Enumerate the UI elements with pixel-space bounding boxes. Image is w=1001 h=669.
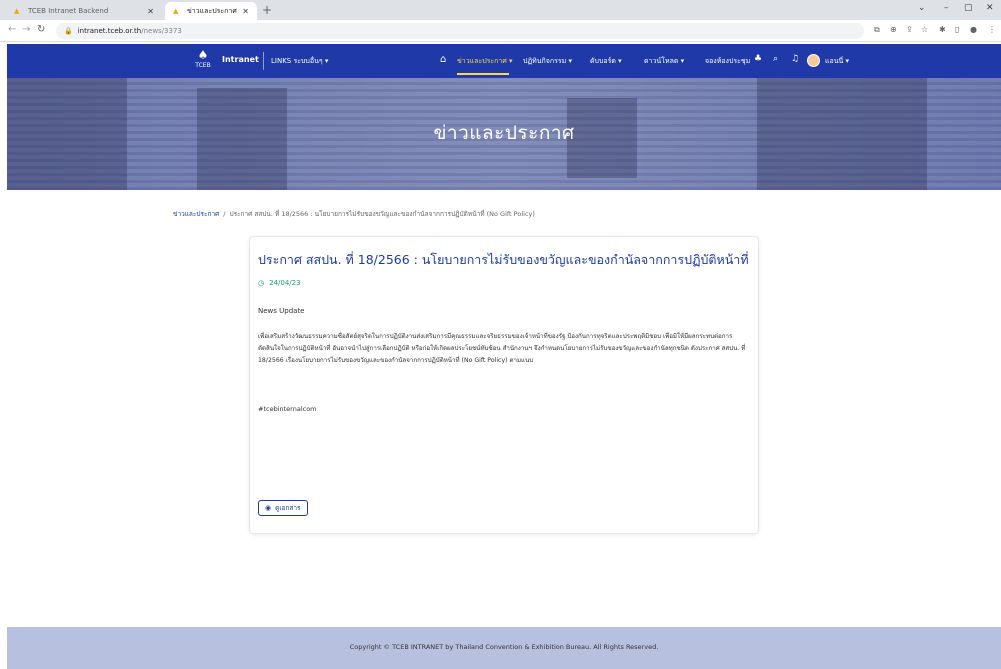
bell-icon[interactable]: ♫ <box>791 54 799 64</box>
nav-item-meeting-room[interactable]: จองห้องประชุม <box>705 56 750 67</box>
tab-title: ข่าวและประกาศ <box>187 6 237 15</box>
zoom-icon[interactable]: ⊕ <box>890 25 897 34</box>
clock-icon: ◷ <box>258 279 265 287</box>
copyright-text: Copyright © TCEB INTRANET by Thailand Co… <box>349 643 659 651</box>
tab-search-icon[interactable]: ⌄ <box>918 3 926 13</box>
user-menu[interactable]: แอนนี่ ▾ <box>825 56 849 67</box>
bookmark-star-icon[interactable]: ☆ <box>921 25 928 34</box>
close-window-button[interactable]: ✕ <box>986 3 994 13</box>
forward-icon[interactable]: → <box>22 24 30 35</box>
share-icon[interactable]: ⇪ <box>906 25 913 34</box>
breadcrumb-separator: / <box>223 210 226 218</box>
tceb-favicon-icon: ▲ <box>14 7 20 15</box>
article-body: เพื่อเสริมสร้างวัฒนธรรมความซื่อสัตย์สุจร… <box>258 333 746 364</box>
view-document-button[interactable]: ◉ ดูเอกสาร <box>258 500 308 516</box>
brand-label[interactable]: Intranet <box>222 55 259 64</box>
new-tab-button[interactable]: + <box>262 3 272 17</box>
profile-icon[interactable]: ● <box>970 25 977 34</box>
logo-text: TCEB <box>195 62 211 69</box>
breadcrumb: ข่าวและประกาศ / ประกาศ สสปน. ที่ 18/2566 :… <box>173 209 535 219</box>
people-icon[interactable]: ♣ <box>754 54 762 64</box>
minimize-button[interactable]: – <box>944 3 949 13</box>
view-document-label: ดูเอกสาร <box>275 504 301 512</box>
browser-tab-news[interactable]: ▲ ข่าวและประกาศ ✕ <box>165 2 257 20</box>
tceb-logo[interactable]: ♠ TCEB <box>192 48 214 74</box>
breadcrumb-root-link[interactable]: ข่าวและประกาศ <box>173 210 219 218</box>
browser-tab-strip: ▲ TCEB Intranet Backend ✕ ▲ ข่าวและประกา… <box>0 0 1001 20</box>
flame-logo-icon: ♠ <box>197 48 209 62</box>
home-icon[interactable]: ⌂ <box>440 54 446 65</box>
date-text: 24/04/23 <box>269 279 301 287</box>
url-host: intranet.tceb.or.th <box>77 27 142 35</box>
side-panel-icon[interactable]: ▯ <box>955 25 959 34</box>
browser-menu-icon[interactable]: ⋮ <box>988 25 996 34</box>
browser-tab-backend[interactable]: ▲ TCEB Intranet Backend ✕ <box>6 2 162 20</box>
nav-item-download[interactable]: ดาวน์โหลด ▾ <box>644 56 684 67</box>
hashtag: #tcebinternalcom <box>258 405 317 413</box>
eye-icon: ◉ <box>265 504 272 512</box>
search-icon[interactable]: ⌕ <box>773 54 778 64</box>
close-tab-icon[interactable]: ✕ <box>242 7 249 16</box>
active-nav-underline <box>457 73 509 75</box>
site-navbar: ♠ TCEB Intranet LINKS ระบบอื่นๆ ▾ ⌂ ข่าว… <box>7 44 1001 78</box>
article-date: ◷ 24/04/23 <box>258 279 301 287</box>
close-tab-icon[interactable]: ✕ <box>147 7 154 16</box>
news-update-label: News Update <box>258 307 305 315</box>
hero-title: ข่าวและประกาศ <box>433 122 575 144</box>
tab-title: TCEB Intranet Backend <box>28 7 109 15</box>
breadcrumb-current: ประกาศ สสปน. ที่ 18/2566 : นโยบายการไม่ร… <box>229 210 535 218</box>
nav-divider <box>263 52 264 70</box>
back-icon[interactable]: ← <box>8 24 16 35</box>
tceb-favicon-icon: ▲ <box>173 7 179 15</box>
screenshot-icon[interactable]: ⧉ <box>874 25 880 35</box>
reload-icon[interactable]: ↻ <box>37 24 45 35</box>
maximize-button[interactable]: ▢ <box>964 3 973 13</box>
user-avatar[interactable] <box>807 54 820 67</box>
lock-icon: 🔒 <box>64 27 73 35</box>
site-footer: Copyright © TCEB INTRANET by Thailand Co… <box>7 627 1001 669</box>
nav-item-news[interactable]: ข่าวและประกาศ ▾ <box>457 56 513 67</box>
article-card: ประกาศ สสปน. ที่ 18/2566 : นโยบายการไม่ร… <box>249 236 759 534</box>
links-dropdown[interactable]: LINKS ระบบอื่นๆ ▾ <box>271 56 328 67</box>
url-path: /news/3373 <box>141 27 182 35</box>
extensions-icon[interactable]: ✱ <box>939 25 946 34</box>
nav-item-calendar[interactable]: ปฏิทินกิจกรรม ▾ <box>523 56 572 67</box>
hero-banner: ข่าวและประกาศ <box>7 78 1001 190</box>
article-title: ประกาศ สสปน. ที่ 18/2566 : นโยบายการไม่ร… <box>258 252 750 267</box>
nav-item-board[interactable]: ดับบอร์ด ▾ <box>590 56 622 67</box>
address-bar-row: ← → ↻ 🔒 intranet.tceb.or.th/news/3373 ⧉ … <box>0 20 1001 42</box>
url-field[interactable]: 🔒 intranet.tceb.or.th/news/3373 <box>56 23 864 39</box>
